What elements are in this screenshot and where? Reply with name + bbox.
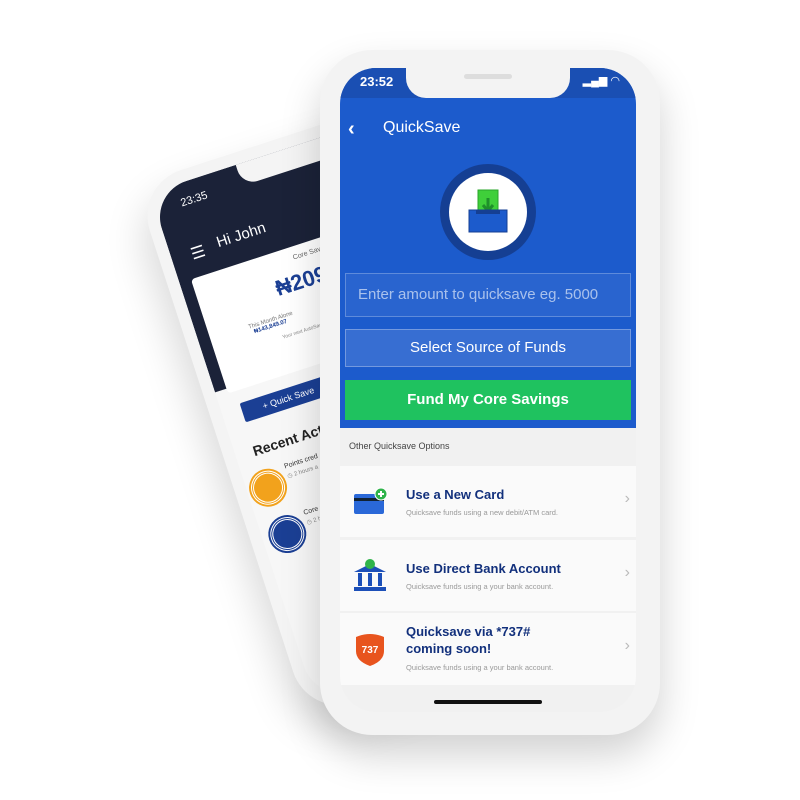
- option-desc: Quicksave funds using a your bank accoun…: [406, 663, 554, 672]
- option-title: Use Direct Bank Account: [406, 561, 561, 576]
- activity-item[interactable]: Core s ◷ 2 ho: [265, 504, 326, 556]
- back-icon[interactable]: ‹: [348, 118, 355, 141]
- home-indicator: [434, 700, 542, 704]
- signal-wifi-icon: ▂▄▆ ◠: [582, 75, 620, 87]
- menu-icon[interactable]: ☰: [188, 241, 208, 264]
- notch: [406, 68, 570, 98]
- other-options-label: Other Quicksave Options: [349, 441, 450, 451]
- activity-item[interactable]: Points cred ◷ 2 hours a: [246, 453, 319, 510]
- page-title: QuickSave: [383, 119, 461, 136]
- quicksave-header: 23:52 ▂▄▆ ◠ ‹ QuickSave Enter amount to …: [340, 68, 636, 428]
- option-title-line: coming soon!: [406, 641, 492, 656]
- option-desc: Quicksave funds using a your bank accoun…: [406, 582, 554, 591]
- deposit-money-icon: [440, 164, 536, 260]
- bank-icon: [354, 559, 386, 591]
- greeting: Hi John: [214, 219, 268, 252]
- credit-card-plus-icon: [354, 487, 388, 514]
- select-source-button[interactable]: Select Source of Funds: [345, 329, 631, 367]
- option-bank-account[interactable]: Use Direct Bank Account Quicksave funds …: [340, 540, 636, 611]
- option-title: Use a New Card: [406, 487, 505, 502]
- status-time: 23:52: [360, 74, 394, 89]
- fund-savings-button[interactable]: Fund My Core Savings: [345, 380, 631, 420]
- option-title-line: Quicksave via *737#: [406, 624, 531, 639]
- option-desc: Quicksave funds using a new debit/ATM ca…: [406, 508, 559, 517]
- speaker: [464, 74, 512, 79]
- quicksave-screen: 23:52 ▂▄▆ ◠ ‹ QuickSave Enter amount to …: [340, 68, 636, 712]
- status-time: 23:35: [179, 189, 210, 210]
- amount-input[interactable]: Enter amount to quicksave eg. 5000: [345, 273, 631, 317]
- svg-text:737: 737: [362, 645, 379, 656]
- main-phone: 23:52 ▂▄▆ ◠ ‹ QuickSave Enter amount to …: [320, 50, 660, 735]
- chevron-right-icon: ›: [624, 637, 630, 654]
- 737-badge-icon: 737: [356, 634, 384, 666]
- option-ussd-737[interactable]: 737 Quicksave via *737# coming soon! Quic…: [340, 613, 636, 685]
- chevron-right-icon: ›: [624, 564, 630, 581]
- option-title: Quicksave via *737# coming soon!: [406, 623, 530, 657]
- option-new-card[interactable]: Use a New Card Quicksave funds using a n…: [340, 466, 636, 537]
- chevron-right-icon: ›: [624, 490, 630, 507]
